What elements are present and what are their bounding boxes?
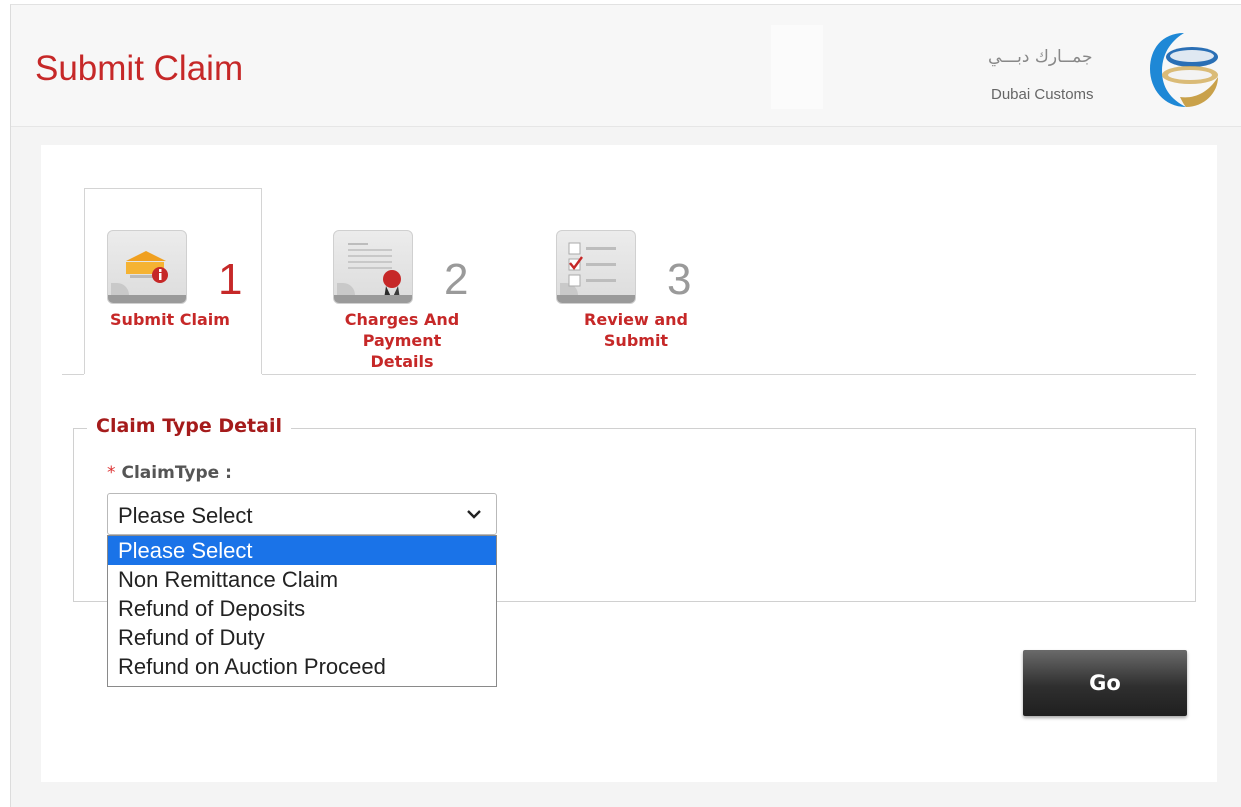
page-title: Submit Claim xyxy=(35,49,244,88)
tab-divider xyxy=(262,374,1196,375)
claim-type-options-list: Please Select Non Remittance Claim Refun… xyxy=(107,535,497,687)
required-marker: * xyxy=(107,463,116,483)
claim-type-option[interactable]: Refund on Auction Proceed xyxy=(108,652,496,681)
tab-divider xyxy=(62,374,84,375)
claim-type-selected-value: Please Select xyxy=(118,503,253,528)
step-label[interactable]: Submit Claim xyxy=(105,309,235,330)
go-button[interactable]: Go xyxy=(1023,650,1187,716)
dubai-customs-logo: جمــارك دبـــي Dubai Customs xyxy=(976,27,1226,113)
claim-type-option[interactable]: Refund of Duty xyxy=(108,623,496,652)
step-number: 3 xyxy=(667,255,692,304)
claim-type-label: * ClaimType : xyxy=(107,463,232,483)
claim-type-option[interactable]: Please Select xyxy=(108,536,496,565)
claim-card: 1 Submit Claim 2 Charges And Payment Det… xyxy=(41,145,1217,782)
claim-folder-icon xyxy=(107,230,187,304)
step-number: 1 xyxy=(218,255,243,304)
page-header: Submit Claim جمــارك دبـــي Dubai Custom… xyxy=(11,5,1241,127)
certificate-icon xyxy=(333,230,413,304)
logo-english-text: Dubai Customs xyxy=(991,86,1094,103)
checklist-icon xyxy=(556,230,636,304)
step-number: 2 xyxy=(444,255,469,304)
logo-arabic-text: جمــارك دبـــي xyxy=(988,47,1093,67)
header-panel xyxy=(771,25,823,109)
claim-type-option[interactable]: Non Remittance Claim xyxy=(108,565,496,594)
step-label[interactable]: Review and Submit xyxy=(571,309,701,351)
claim-type-option[interactable]: Refund of Deposits xyxy=(108,594,496,623)
chevron-down-icon xyxy=(467,510,481,519)
page-frame: Submit Claim جمــارك دبـــي Dubai Custom… xyxy=(10,4,1241,807)
claim-type-legend: Claim Type Detail xyxy=(87,415,291,437)
step-label[interactable]: Charges And Payment Details xyxy=(337,309,467,372)
claim-type-select[interactable]: Please Select xyxy=(107,493,497,535)
dubai-customs-logo-icon xyxy=(1150,33,1218,107)
